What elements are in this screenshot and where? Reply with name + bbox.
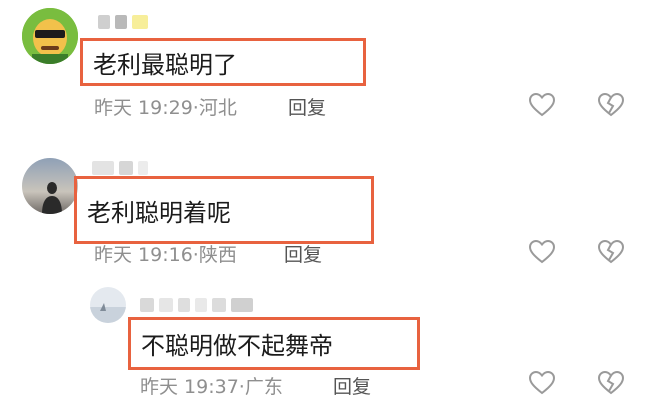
heart-outline-icon [528, 92, 556, 117]
comment-time: 昨天 19:37 [140, 376, 239, 398]
cartoon-avatar-icon [22, 8, 78, 64]
comment-meta: 昨天 19:16·陕西 [94, 240, 237, 267]
dislike-button[interactable] [597, 92, 625, 118]
avatar[interactable] [90, 287, 126, 323]
broken-heart-icon [597, 92, 625, 117]
reply-button[interactable]: 回复 [284, 240, 322, 267]
username-masked[interactable] [92, 160, 153, 175]
like-button[interactable] [528, 239, 556, 265]
landscape-avatar-icon [90, 287, 126, 323]
reply-button[interactable]: 回复 [288, 93, 326, 120]
dislike-button[interactable] [597, 239, 625, 265]
heart-outline-icon [528, 239, 556, 264]
comment-text-highlighted: 老利聪明着呢 [74, 176, 374, 244]
heart-outline-icon [528, 370, 556, 395]
comment-text-highlighted: 不聪明做不起舞帝 [128, 317, 420, 370]
comment-time: 昨天 19:16 [94, 244, 193, 266]
comment-time: 昨天 19:29 [94, 97, 193, 119]
avatar[interactable] [22, 158, 78, 214]
like-button[interactable] [528, 92, 556, 118]
avatar[interactable] [22, 8, 78, 64]
comment-location: 陕西 [198, 244, 237, 266]
username-masked[interactable] [98, 14, 153, 29]
like-button[interactable] [528, 370, 556, 396]
broken-heart-icon [597, 370, 625, 395]
comment-text-highlighted: 老利最聪明了 [80, 38, 366, 86]
comment-meta: 昨天 19:37·广东 [140, 372, 283, 399]
dislike-button[interactable] [597, 370, 625, 396]
comment-location: 广东 [244, 376, 283, 398]
reply-button[interactable]: 回复 [333, 372, 371, 399]
silhouette-avatar-icon [22, 158, 78, 214]
comment-meta: 昨天 19:29·河北 [94, 93, 237, 120]
comment-location: 河北 [198, 97, 237, 119]
username-masked[interactable] [140, 297, 258, 312]
broken-heart-icon [597, 239, 625, 264]
